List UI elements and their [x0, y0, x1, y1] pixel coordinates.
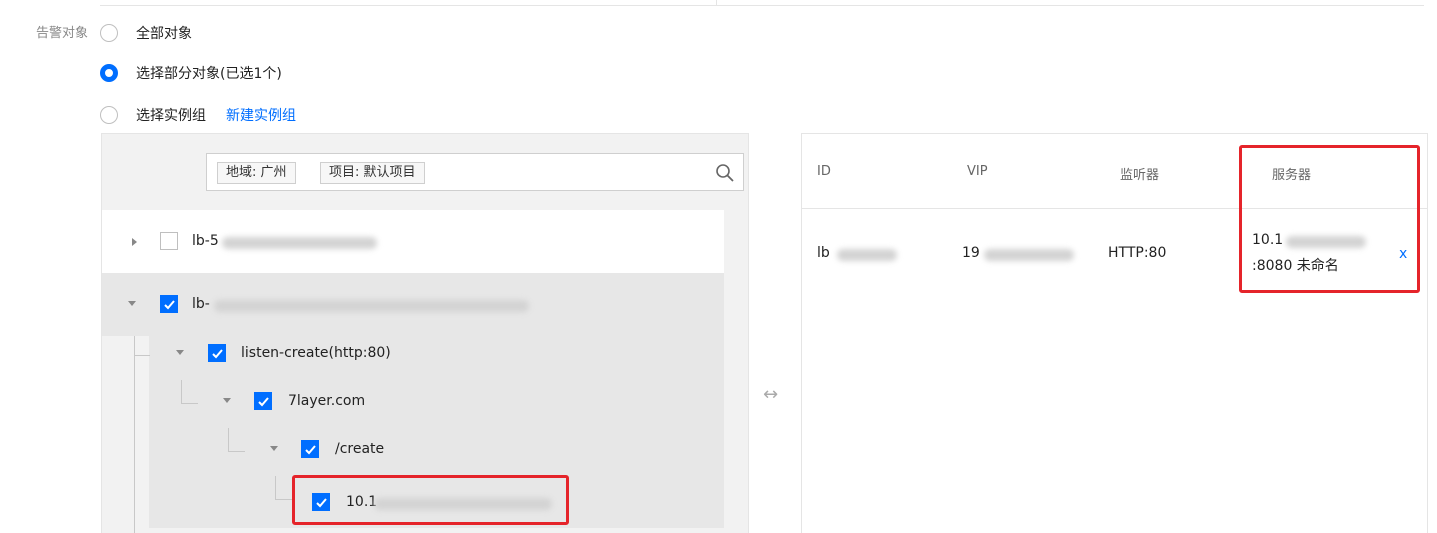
tree-line	[134, 355, 150, 356]
radio-all-objects[interactable]: 全部对象	[100, 22, 192, 44]
redacted-text	[837, 249, 897, 261]
collapse-arrow-icon[interactable]	[128, 301, 136, 306]
radio-checked-icon[interactable]	[100, 64, 118, 82]
tree-node-label: 7layer.com	[288, 393, 366, 409]
collapse-arrow-icon[interactable]	[176, 350, 184, 355]
cell-listener: HTTP:80	[1108, 245, 1167, 261]
checkbox-checked[interactable]	[301, 440, 319, 458]
radio-icon[interactable]	[100, 106, 118, 124]
checkbox-checked[interactable]	[208, 344, 226, 362]
tree-node-label: lb-	[192, 296, 210, 312]
filter-tag-region[interactable]: 地域: 广州	[217, 162, 296, 184]
tree-line	[228, 428, 229, 451]
checkbox[interactable]	[160, 232, 178, 250]
expand-arrow-icon[interactable]	[132, 238, 137, 246]
available-objects-panel: 地域: 广州 项目: 默认项目 lb-5 lb- listen-create(h…	[101, 133, 749, 533]
radio-icon[interactable]	[100, 24, 118, 42]
tree-line	[275, 499, 292, 500]
collapse-arrow-icon[interactable]	[270, 446, 278, 451]
tree-line	[275, 476, 276, 499]
collapse-arrow-icon[interactable]	[223, 398, 231, 403]
tree-line	[181, 380, 182, 403]
redacted-text	[214, 300, 529, 312]
tree-node-label: lb-5	[192, 233, 219, 249]
checkbox-checked[interactable]	[160, 295, 178, 313]
column-header-vip: VIP	[967, 164, 988, 179]
column-header-id: ID	[817, 164, 831, 179]
new-instance-group-link[interactable]: 新建实例组	[226, 105, 296, 125]
tree-line	[181, 403, 198, 404]
tree-line	[134, 336, 135, 533]
alarm-object-label: 告警对象	[36, 26, 89, 41]
cell-vip: 19	[962, 245, 980, 261]
checkbox-checked[interactable]	[254, 392, 272, 410]
transfer-arrows-icon: ↔	[763, 384, 779, 405]
radio-label: 选择实例组	[136, 108, 206, 124]
top-divider-notch	[716, 0, 717, 6]
redacted-text	[984, 249, 1074, 261]
filter-tag-project[interactable]: 项目: 默认项目	[320, 162, 425, 184]
highlight-box	[1239, 145, 1420, 293]
highlight-box	[292, 475, 569, 525]
search-icon[interactable]	[715, 163, 735, 183]
tree-node-label: /create	[335, 441, 385, 457]
column-header-listener: 监听器	[1120, 168, 1160, 183]
selected-objects-panel: ID VIP 监听器 服务器 lb 19 HTTP:80 10.1 :8080 …	[801, 133, 1428, 533]
radio-label: 全部对象	[136, 26, 192, 42]
tree-node-label: listen-create(http:80)	[241, 345, 391, 361]
tree-row-gap	[149, 528, 724, 533]
tree-line	[228, 451, 245, 452]
filter-search-box[interactable]: 地域: 广州 项目: 默认项目	[206, 153, 744, 191]
resource-tree: lb-5 lb- listen-create(http:80) 7layer.c…	[102, 210, 724, 533]
radio-partial-objects[interactable]: 选择部分对象(已选1个)	[100, 62, 282, 84]
top-divider	[100, 5, 1424, 6]
radio-instance-group[interactable]: 选择实例组 新建实例组	[100, 104, 296, 126]
cell-id: lb	[817, 245, 830, 261]
redacted-text	[222, 237, 377, 249]
radio-label: 选择部分对象(已选1个)	[136, 66, 282, 82]
